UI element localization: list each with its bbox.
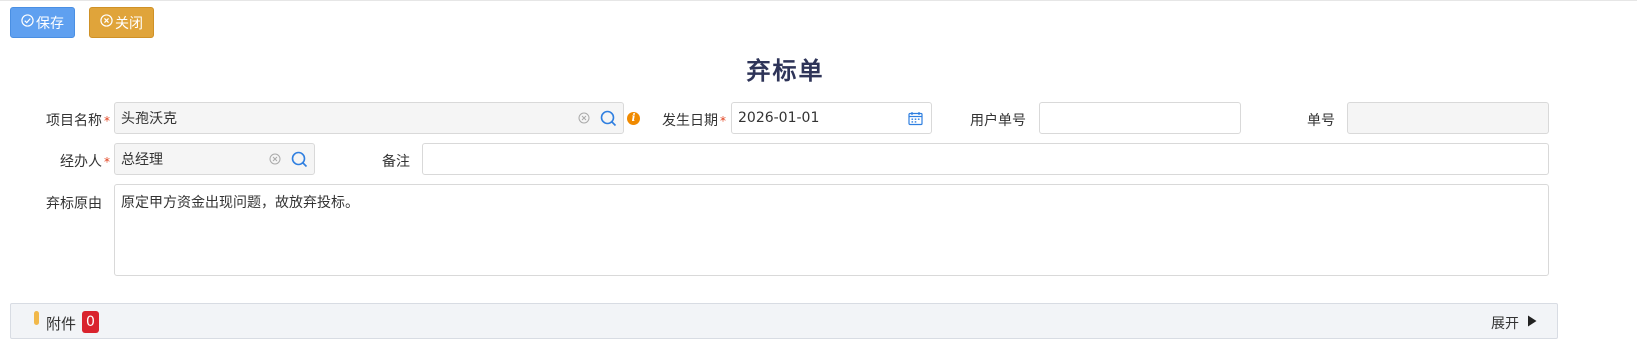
project-name-field[interactable]: 头孢沃克 — [114, 102, 624, 134]
clear-icon[interactable] — [577, 111, 591, 125]
handler-label: 经办人 * — [60, 154, 110, 170]
user-no-label: 用户单号 — [970, 113, 1026, 129]
attachments-count-badge: 0 — [82, 311, 99, 333]
save-button-label: 保存 — [36, 15, 64, 32]
info-icon[interactable]: i — [627, 112, 640, 125]
occur-date-value: 2026-01-01 — [738, 110, 820, 126]
required-mark: * — [104, 155, 110, 169]
clear-icon[interactable] — [268, 152, 282, 166]
calendar-icon[interactable] — [907, 110, 923, 126]
section-marker — [34, 311, 39, 325]
project-name-label: 项目名称 * — [46, 113, 110, 129]
search-icon[interactable] — [290, 150, 308, 168]
attachments-bar[interactable]: 附件 0 展开 — [10, 303, 1558, 339]
reason-textarea[interactable]: 原定甲方资金出现问题，故放弃投标。 — [114, 184, 1549, 276]
save-button[interactable]: 保存 — [10, 7, 75, 38]
remark-label: 备注 — [382, 154, 410, 170]
close-button-label: 关闭 — [115, 15, 143, 32]
required-mark: * — [104, 114, 110, 128]
handler-value: 总经理 — [121, 152, 163, 168]
occur-date-label: 发生日期 * — [662, 113, 726, 129]
check-circle-icon — [21, 14, 36, 31]
required-mark: * — [720, 114, 726, 128]
project-name-value: 头孢沃克 — [121, 111, 177, 127]
order-no-field — [1347, 102, 1549, 134]
close-button[interactable]: 关闭 — [89, 7, 154, 38]
expand-button[interactable]: 展开 — [1491, 313, 1537, 333]
page-title: 弃标单 — [746, 57, 825, 85]
close-circle-icon — [100, 14, 115, 31]
reason-label: 弃标原由 — [46, 196, 102, 212]
handler-field[interactable]: 总经理 — [114, 143, 315, 175]
user-no-input[interactable] — [1039, 102, 1241, 134]
expand-label: 展开 — [1491, 316, 1519, 332]
remark-input[interactable] — [422, 143, 1549, 175]
order-no-label: 单号 — [1307, 113, 1335, 129]
search-icon[interactable] — [599, 109, 617, 127]
triangle-right-icon — [1519, 315, 1537, 331]
occur-date-field[interactable]: 2026-01-01 — [731, 102, 932, 134]
attachments-label: 附件 — [46, 315, 77, 333]
